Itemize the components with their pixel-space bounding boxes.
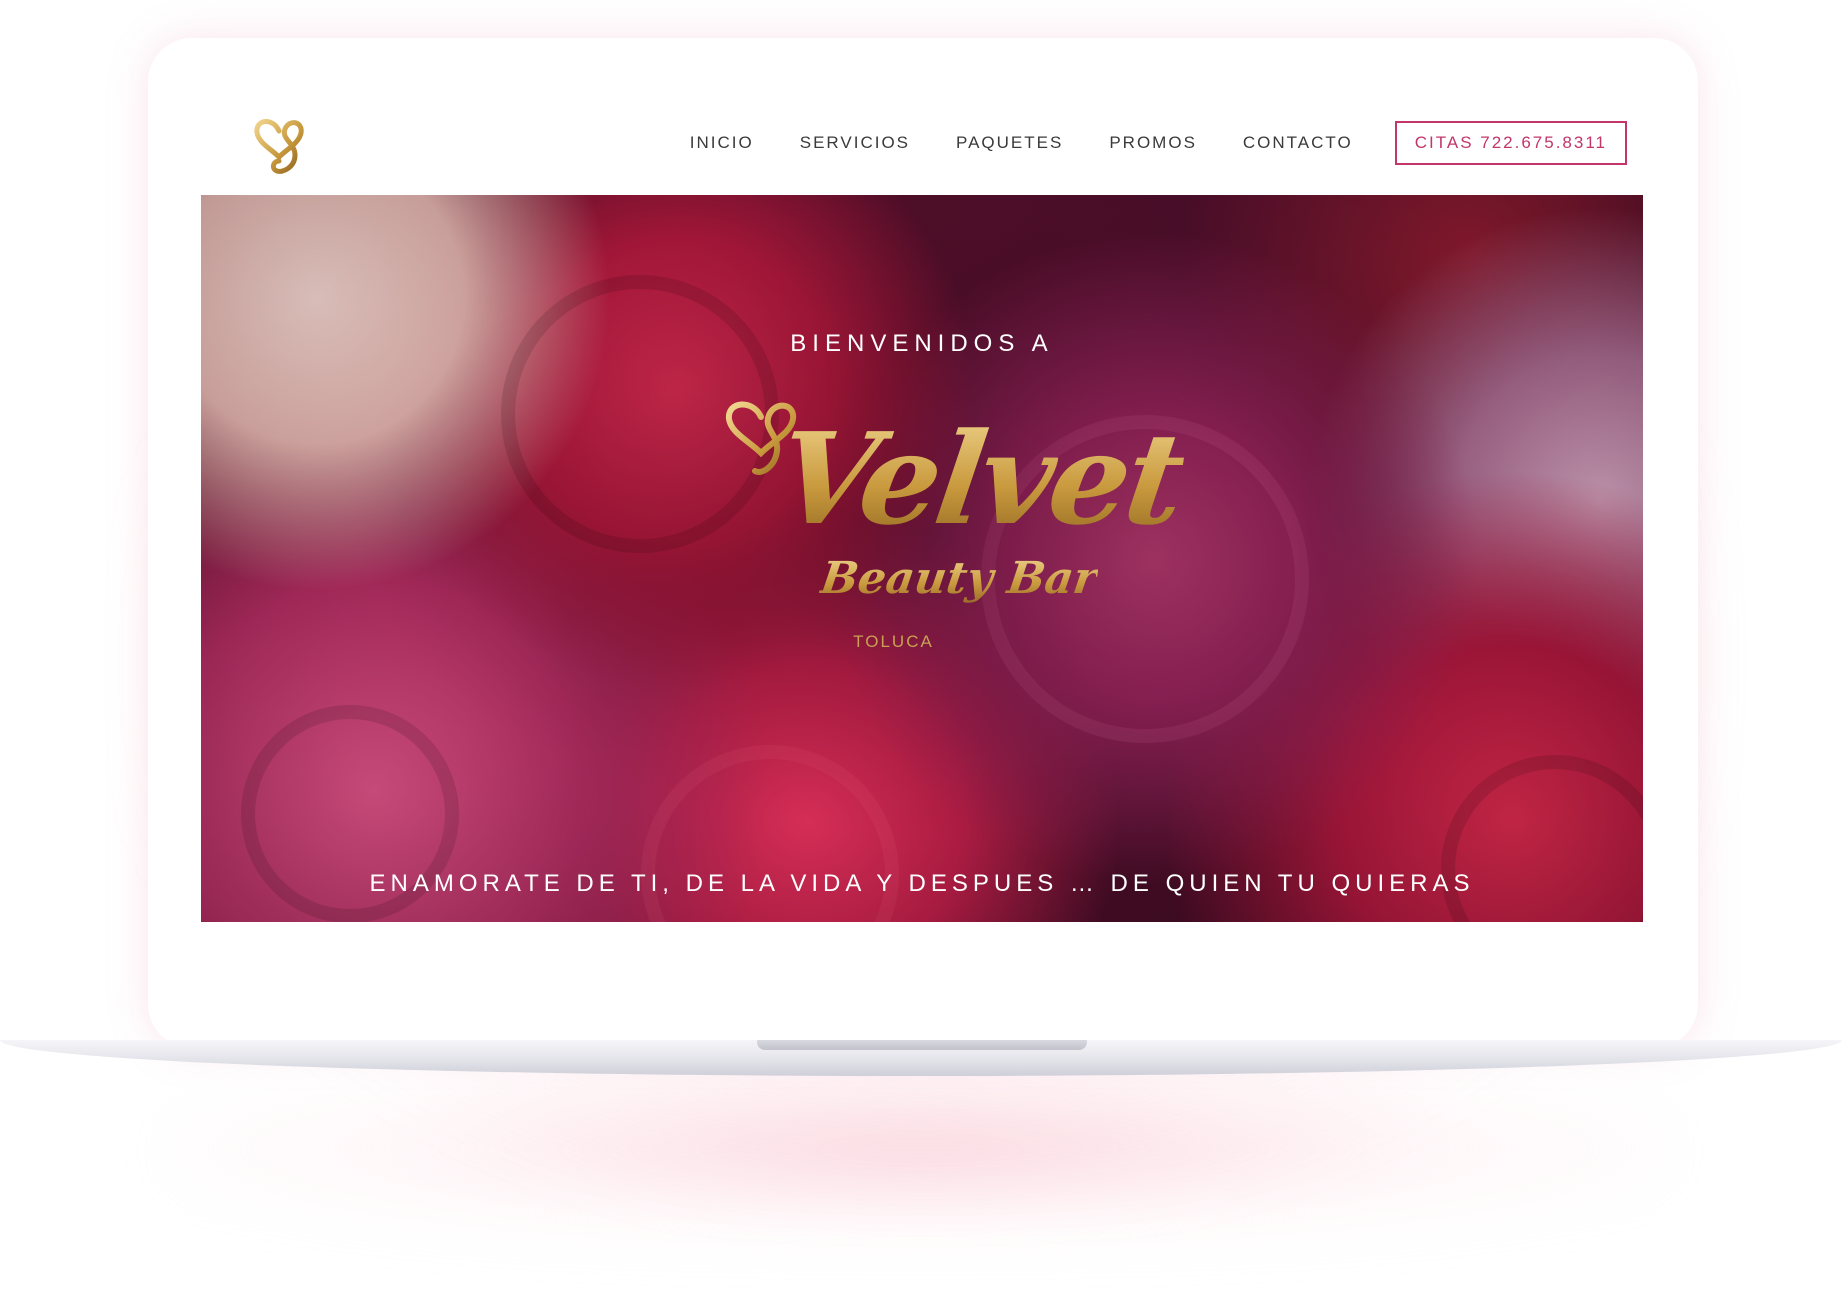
- laptop-notch: [757, 1040, 1087, 1050]
- stage: INICIO SERVICIOS PAQUETES PROMOS CONTACT…: [0, 0, 1842, 1303]
- website: INICIO SERVICIOS PAQUETES PROMOS CONTACT…: [201, 95, 1643, 925]
- menu-item-promos[interactable]: PROMOS: [1109, 133, 1197, 153]
- background-glow-bottom: [170, 1060, 1670, 1240]
- top-navigation: INICIO SERVICIOS PAQUETES PROMOS CONTACT…: [201, 95, 1643, 195]
- menu-item-servicios[interactable]: SERVICIOS: [800, 133, 910, 153]
- brand-subtitle: Beauty Bar: [817, 553, 1101, 604]
- brand-logo: Velvet Beauty Bar TOLUCA: [721, 395, 1191, 695]
- hero-tagline: ENAMORATE DE TI, DE LA VIDA Y DESPUES … …: [369, 870, 1475, 897]
- menu-item-inicio[interactable]: INICIO: [690, 133, 754, 153]
- brand-name: Velvet: [768, 405, 1192, 553]
- welcome-heading: BIENVENIDOS A: [790, 330, 1054, 357]
- menu-item-contacto[interactable]: CONTACTO: [1243, 133, 1353, 153]
- main-menu: INICIO SERVICIOS PAQUETES PROMOS CONTACT…: [690, 121, 1627, 165]
- appointment-button[interactable]: CITAS 722.675.8311: [1394, 121, 1627, 165]
- hero-banner: BIENVENIDOS A Velvet Beauty Bar TOLUCA E…: [201, 195, 1643, 922]
- heart-logo-icon[interactable]: [251, 113, 307, 179]
- menu-item-paquetes[interactable]: PAQUETES: [956, 133, 1063, 153]
- brand-city: TOLUCA: [853, 632, 934, 651]
